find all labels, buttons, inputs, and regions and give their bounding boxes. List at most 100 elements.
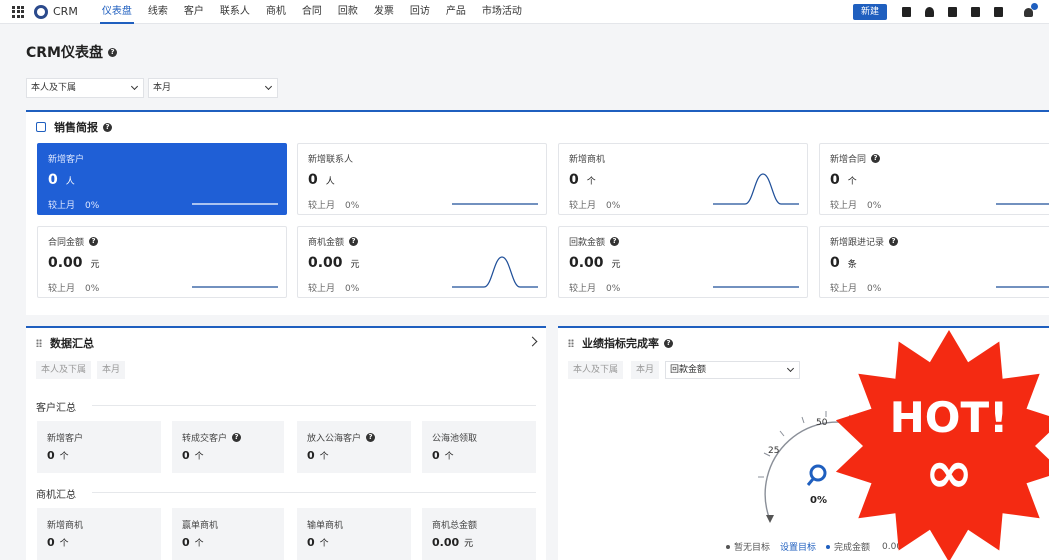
scope-select[interactable]: 本人及下属 [26, 78, 144, 98]
summary-card-value: 0个 [307, 449, 329, 462]
nav-item-marketing[interactable]: 市场活动 [474, 0, 530, 24]
page-title-text: CRM仪表盘 [26, 45, 103, 61]
summary-value: 0 [182, 449, 190, 462]
summary-card-lost-opportunities[interactable]: 输单商机 0个 [297, 508, 411, 560]
nav-item-contracts[interactable]: 合同 [294, 0, 330, 24]
stat-card-value: 0人 [48, 172, 75, 188]
stat-card-title: 合同金额? [48, 235, 99, 248]
stat-unit: 个 [847, 177, 857, 187]
hot-badge: HOT! ∞ [835, 330, 1049, 560]
stat-card-value: 0.00 元 [569, 255, 621, 271]
legend-dot [826, 544, 831, 549]
summary-card-public-pool-customers[interactable]: 放入公海客户? 0个 [297, 421, 411, 473]
sales-report-header: 销售简报 ? [26, 112, 1049, 142]
stat-value: 0 [830, 255, 840, 271]
help-icon[interactable]: ? [108, 47, 117, 57]
nav-item-visits[interactable]: 回访 [402, 0, 438, 24]
chevron-down-icon [130, 82, 139, 91]
sparkline [996, 203, 1049, 205]
stat-card-new-contacts[interactable]: 新增联系人 0人 较上月 0% [297, 143, 547, 215]
summary-card-won-opportunities[interactable]: 赢单商机 0个 [172, 508, 284, 560]
stat-card-value: 0.00 元 [308, 255, 360, 271]
compare-label: 较上月 [48, 284, 76, 294]
period-chip[interactable]: 本月 [97, 361, 126, 379]
stat-unit: 元 [350, 260, 360, 270]
nav-item-leads[interactable]: 线索 [140, 0, 176, 24]
compare-value: 0% [85, 201, 100, 211]
help-icon[interactable]: ? [366, 433, 376, 442]
stat-card-value: 0个 [830, 172, 857, 188]
stat-compare: 较上月 0% [48, 281, 99, 294]
summary-card-title: 新增客户 [47, 434, 84, 444]
nav-item-customers[interactable]: 客户 [176, 0, 212, 24]
stat-card-payment-amount[interactable]: 回款金额? 0.00 元 较上月 0% [558, 226, 808, 298]
stat-unit: 个 [586, 177, 596, 187]
summary-card-pool-claimed[interactable]: 公海池领取 0个 [422, 421, 536, 473]
stat-card-title-text: 新增跟进记录 [830, 238, 885, 248]
nav-item-products[interactable]: 产品 [438, 0, 474, 24]
period-select[interactable]: 本月 [148, 78, 278, 98]
phone-icon[interactable] [971, 7, 980, 17]
user-icon[interactable] [925, 7, 934, 17]
nav-item-dashboard[interactable]: 仪表盘 [94, 0, 140, 24]
summary-card-new-opportunities[interactable]: 新增商机 0个 [37, 508, 161, 560]
summary-value: 0 [47, 536, 55, 549]
stat-card-new-customers[interactable]: 新增客户 0人 较上月 0% [37, 143, 287, 215]
set-target-link[interactable]: 设置目标 [780, 540, 816, 553]
metric-select[interactable]: 回款金额 [665, 361, 800, 379]
toolbar: 新建 [852, 0, 1049, 24]
stat-compare: 较上月 0% [830, 281, 881, 294]
document-icon[interactable] [948, 7, 957, 17]
summary-card-converted-customers[interactable]: 转成交客户? 0个 [172, 421, 284, 473]
compare-value: 0% [867, 201, 882, 211]
app-grid-icon[interactable] [12, 5, 24, 18]
stat-card-new-contracts[interactable]: 新增合同? 0个 较上月 0% [819, 143, 1049, 215]
gauge-label: 25 [768, 446, 779, 456]
drag-handle-icon[interactable] [36, 339, 42, 347]
help-icon[interactable]: ? [349, 237, 359, 246]
stat-card-title-text: 回款金额 [569, 238, 606, 248]
help-icon[interactable]: ? [103, 122, 112, 132]
new-button[interactable]: 新建 [852, 4, 887, 20]
data-summary-title: 数据汇总 [50, 337, 94, 350]
summary-card-title: 公海池领取 [432, 434, 478, 444]
help-icon[interactable]: ? [889, 237, 899, 246]
stat-card-title-text: 新增合同 [830, 155, 867, 165]
stat-compare: 较上月 0% [830, 198, 881, 211]
sparkline [192, 203, 278, 205]
help-icon[interactable]: ? [871, 154, 881, 163]
nav-item-payments[interactable]: 回款 [330, 0, 366, 24]
app-logo[interactable]: CRM [34, 4, 78, 19]
drag-handle-icon[interactable] [568, 339, 574, 347]
chevron-down-icon [786, 364, 795, 373]
summary-unit: 个 [319, 539, 329, 549]
summary-card-new-customers[interactable]: 新增客户 0个 [37, 421, 161, 473]
stat-unit: 条 [847, 260, 857, 270]
stat-compare: 较上月 0% [308, 198, 359, 211]
summary-unit: 个 [194, 452, 204, 462]
stat-card-contract-amount[interactable]: 合同金额? 0.00 元 较上月 0% [37, 226, 287, 298]
calendar-icon[interactable] [994, 7, 1003, 17]
help-icon[interactable]: ? [610, 237, 620, 246]
nav-item-invoices[interactable]: 发票 [366, 0, 402, 24]
scope-chip[interactable]: 本人及下属 [568, 361, 624, 379]
scope-chip[interactable]: 本人及下属 [36, 361, 92, 379]
help-icon[interactable]: ? [89, 237, 99, 246]
task-icon[interactable] [902, 7, 911, 17]
page-title: CRM仪表盘 ? [26, 42, 117, 62]
summary-card-opportunity-total[interactable]: 商机总金额 0.00 元 [422, 508, 536, 560]
compare-value: 0% [606, 201, 621, 211]
stat-compare: 较上月 0% [569, 281, 620, 294]
period-chip[interactable]: 本月 [631, 361, 660, 379]
stat-card-new-opportunities[interactable]: 新增商机 0个 较上月 0% [558, 143, 808, 215]
report-icon [36, 122, 46, 132]
help-icon[interactable]: ? [664, 338, 673, 348]
nav-item-contacts[interactable]: 联系人 [212, 0, 258, 24]
help-icon[interactable]: ? [232, 433, 242, 442]
stat-value: 0 [830, 172, 840, 188]
nav-item-opportunities[interactable]: 商机 [258, 0, 294, 24]
opportunity-summary-label: 商机汇总 [36, 490, 76, 501]
stat-card-new-followups[interactable]: 新增跟进记录? 0条 较上月 0% [819, 226, 1049, 298]
stat-card-opportunity-amount[interactable]: 商机金额? 0.00 元 较上月 0% [297, 226, 547, 298]
bell-icon[interactable] [1024, 2, 1038, 17]
